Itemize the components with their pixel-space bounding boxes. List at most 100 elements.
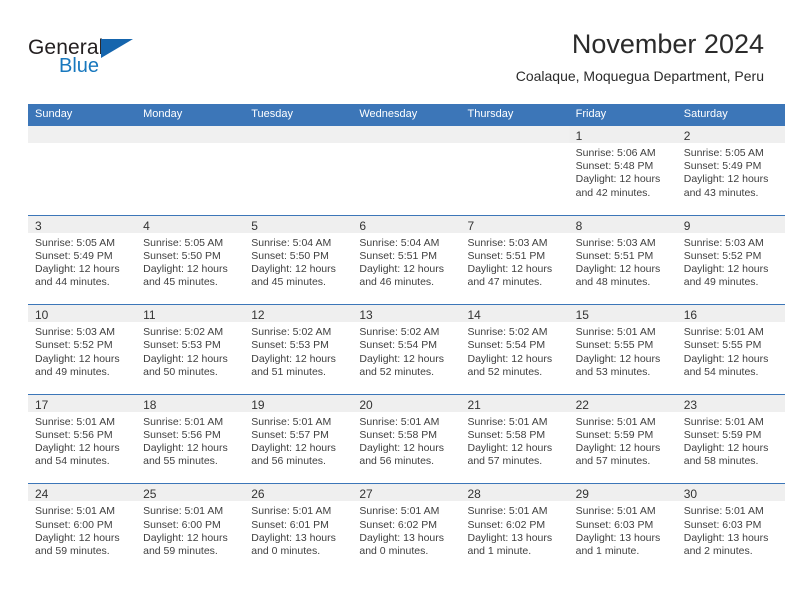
weekday-header-sunday: Sunday <box>35 108 73 120</box>
daylight-text-cont: and 51 minutes. <box>251 365 326 378</box>
day-cell-4[interactable]: 4 Sunrise: 5:05 AM Sunset: 5:50 PM Daylight… <box>136 214 245 305</box>
day-cell-3[interactable]: 3 Sunrise: 5:05 AM Sunset: 5:49 PM Daylight… <box>28 214 137 305</box>
day-number: 5 <box>251 218 258 233</box>
day-details <box>352 143 460 147</box>
day-number-band: 30 <box>676 484 785 502</box>
day-number-band: 7 <box>460 215 569 233</box>
daylight-text: Daylight: 12 hours <box>251 263 336 275</box>
day-cell-1[interactable]: 1 Sunrise: 5:06 AM Sunset: 5:48 PM Daylight… <box>568 125 677 215</box>
week-row: 3 Sunrise: 5:05 AM Sunset: 5:49 PM Daylight… <box>28 214 785 305</box>
calendar-page: General Blue November 2024 Coalaque, Moq… <box>0 0 792 612</box>
daylight-text: Daylight: 12 hours <box>683 263 769 275</box>
sunset-text: Sunset: 5:51 PM <box>467 249 546 262</box>
day-number-band: 13 <box>352 305 461 323</box>
sunrise-text: Sunrise: 5:01 AM <box>575 505 656 518</box>
daylight-text: Daylight: 12 hours <box>251 442 336 455</box>
daylight-text-cont: and 46 minutes. <box>359 276 435 289</box>
day-number: 27 <box>359 487 373 502</box>
day-cell-16[interactable]: 16 Sunrise: 5:01 AM Sunset: 5:55 PM Dayligh… <box>676 304 785 394</box>
day-details: Sunrise: 5:02 AM Sunset: 5:53 PM Daylight:… <box>136 322 244 379</box>
day-details: Sunrise: 5:03 AM Sunset: 5:51 PM Daylight:… <box>569 233 677 290</box>
day-number-band: 15 <box>568 305 677 323</box>
sunset-text: Sunset: 5:52 PM <box>35 339 113 352</box>
day-cell-5[interactable]: 5 Sunrise: 5:04 AM Sunset: 5:50 PM Daylight… <box>244 214 353 305</box>
weekday-header-tuesday: Tuesday <box>251 108 294 120</box>
day-number-band <box>28 126 137 143</box>
day-cell-22[interactable]: 22 Sunrise: 5:01 AM Sunset: 5:59 PM Dayligh… <box>568 393 677 484</box>
day-cell-20[interactable]: 20 Sunrise: 5:01 AM Sunset: 5:58 PM Dayligh… <box>352 393 461 484</box>
day-details <box>28 143 136 147</box>
day-number: 28 <box>467 487 481 502</box>
day-number-band: 4 <box>136 215 245 233</box>
day-cell-18[interactable]: 18 Sunrise: 5:01 AM Sunset: 5:56 PM Dayligh… <box>136 393 245 484</box>
day-cell-24[interactable]: 24 Sunrise: 5:01 AM Sunset: 6:00 PM Dayligh… <box>28 483 137 573</box>
day-cell-6[interactable]: 6 Sunrise: 5:04 AM Sunset: 5:51 PM Daylight… <box>352 214 461 305</box>
daylight-text: Daylight: 12 hours <box>575 263 661 275</box>
daylight-text-cont: and 42 minutes. <box>575 186 651 199</box>
day-number-band: 8 <box>568 215 677 233</box>
sunrise-text: Sunrise: 5:02 AM <box>467 326 548 339</box>
day-cell-26[interactable]: 26 Sunrise: 5:01 AM Sunset: 6:01 PM Dayligh… <box>244 483 353 573</box>
daylight-text: Daylight: 12 hours <box>359 442 445 455</box>
day-number: 17 <box>35 397 49 412</box>
day-cell-19[interactable]: 19 Sunrise: 5:01 AM Sunset: 5:57 PM Dayligh… <box>244 393 353 484</box>
day-details: Sunrise: 5:01 AM Sunset: 5:59 PM Daylight:… <box>677 412 785 469</box>
day-number-band: 17 <box>28 394 137 412</box>
day-cell-10[interactable]: 10 Sunrise: 5:03 AM Sunset: 5:52 PM Dayligh… <box>28 304 137 394</box>
daylight-text-cont: and 1 minute. <box>575 544 640 557</box>
daylight-text: Daylight: 13 hours <box>575 531 661 544</box>
sunset-text: Sunset: 5:59 PM <box>575 428 654 441</box>
day-cell-2[interactable]: 2 Sunrise: 5:05 AM Sunset: 5:49 PM Daylight… <box>676 125 785 215</box>
sunset-text: Sunset: 5:49 PM <box>35 249 113 262</box>
day-cell-23[interactable]: 23 Sunrise: 5:01 AM Sunset: 5:59 PM Dayligh… <box>676 393 785 484</box>
day-number-band <box>136 126 245 143</box>
sunset-text: Sunset: 6:03 PM <box>683 518 762 531</box>
day-cell-29[interactable]: 29 Sunrise: 5:01 AM Sunset: 6:03 PM Dayligh… <box>568 483 677 573</box>
day-cell-28[interactable]: 28 Sunrise: 5:01 AM Sunset: 6:02 PM Dayligh… <box>460 483 569 573</box>
day-number: 23 <box>683 397 698 412</box>
daylight-text-cont: and 44 minutes. <box>35 276 110 289</box>
sunrise-text: Sunrise: 5:01 AM <box>143 415 224 428</box>
daylight-text-cont: and 53 minutes. <box>575 365 651 378</box>
daylight-text: Daylight: 12 hours <box>143 531 228 544</box>
generalblue-logo[interactable]: General Blue <box>28 36 168 82</box>
daylight-text: Daylight: 12 hours <box>35 442 120 455</box>
day-cell-12[interactable]: 12 Sunrise: 5:02 AM Sunset: 5:53 PM Dayligh… <box>244 304 353 394</box>
day-number-band: 20 <box>352 394 461 412</box>
day-cell-8[interactable]: 8 Sunrise: 5:03 AM Sunset: 5:51 PM Daylight… <box>568 214 677 305</box>
day-cell-14[interactable]: 14 Sunrise: 5:02 AM Sunset: 5:54 PM Dayligh… <box>460 304 569 394</box>
day-cell-27[interactable]: 27 Sunrise: 5:01 AM Sunset: 6:02 PM Dayligh… <box>352 483 461 573</box>
sunset-text: Sunset: 5:54 PM <box>467 339 546 352</box>
day-number-band: 2 <box>676 126 785 143</box>
day-cell-empty <box>136 125 245 215</box>
day-number: 16 <box>683 308 698 323</box>
day-number-band <box>460 126 569 143</box>
day-cell-7[interactable]: 7 Sunrise: 5:03 AM Sunset: 5:51 PM Daylight… <box>460 214 569 305</box>
day-cell-9[interactable]: 9 Sunrise: 5:03 AM Sunset: 5:52 PM Daylight… <box>676 214 785 305</box>
day-cell-30[interactable]: 30 Sunrise: 5:01 AM Sunset: 6:03 PM Dayligh… <box>676 483 785 573</box>
daylight-text-cont: and 48 minutes. <box>575 276 651 289</box>
day-cell-21[interactable]: 21 Sunrise: 5:01 AM Sunset: 5:58 PM Dayligh… <box>460 393 569 484</box>
weekday-header-saturday: Saturday <box>683 108 728 120</box>
daylight-text-cont: and 55 minutes. <box>143 455 218 468</box>
day-details: Sunrise: 5:04 AM Sunset: 5:50 PM Daylight:… <box>244 233 352 290</box>
sunset-text: Sunset: 5:53 PM <box>251 339 329 352</box>
day-number: 8 <box>575 218 583 233</box>
sunrise-text: Sunrise: 5:01 AM <box>683 326 764 339</box>
day-details: Sunrise: 5:01 AM Sunset: 5:59 PM Daylight:… <box>569 412 677 469</box>
sunrise-text: Sunrise: 5:01 AM <box>467 505 548 518</box>
day-cell-11[interactable]: 11 Sunrise: 5:02 AM Sunset: 5:53 PM Dayligh… <box>136 304 245 394</box>
sunrise-text: Sunrise: 5:02 AM <box>143 326 224 339</box>
daylight-text-cont: and 0 minutes. <box>251 544 321 557</box>
daylight-text: Daylight: 12 hours <box>359 352 445 365</box>
daylight-text: Daylight: 13 hours <box>251 531 336 544</box>
day-number-band: 16 <box>676 305 785 323</box>
day-details: Sunrise: 5:01 AM Sunset: 6:00 PM Daylight:… <box>28 501 136 558</box>
daylight-text-cont: and 52 minutes. <box>359 365 435 378</box>
day-cell-25[interactable]: 25 Sunrise: 5:01 AM Sunset: 6:00 PM Dayligh… <box>136 483 245 573</box>
day-cell-13[interactable]: 13 Sunrise: 5:02 AM Sunset: 5:54 PM Dayligh… <box>352 304 461 394</box>
day-cell-15[interactable]: 15 Sunrise: 5:01 AM Sunset: 5:55 PM Dayligh… <box>568 304 677 394</box>
day-cell-17[interactable]: 17 Sunrise: 5:01 AM Sunset: 5:56 PM Dayligh… <box>28 393 137 484</box>
day-details <box>461 143 569 147</box>
sunrise-text: Sunrise: 5:01 AM <box>575 326 656 339</box>
